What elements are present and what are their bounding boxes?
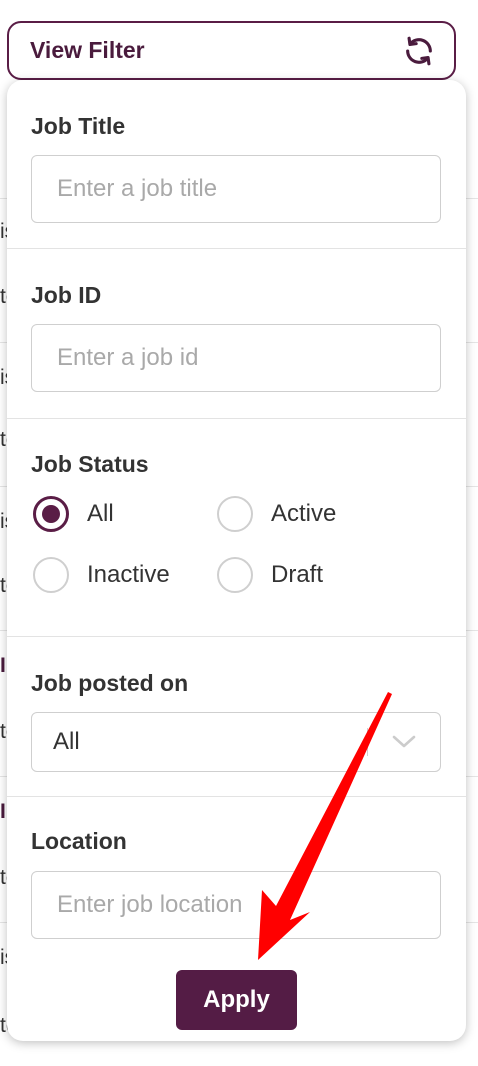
job-status-radio-all[interactable]: All [33,496,114,532]
job-id-input[interactable] [31,324,441,392]
section-divider [7,636,466,637]
job-id-label: Job ID [31,282,102,308]
filter-panel: Job Title Job ID Job Status All Active I… [7,80,466,1041]
radio-checked-icon[interactable] [33,496,69,532]
radio-label: Inactive [87,561,170,588]
job-posted-on-select[interactable]: All [31,712,441,772]
radio-unchecked-icon[interactable] [217,496,253,532]
job-status-radio-inactive[interactable]: Inactive [33,557,170,593]
refresh-icon[interactable] [402,34,436,68]
job-posted-on-label: Job posted on [31,670,189,696]
select-value: All [53,728,80,755]
radio-label: All [87,500,114,527]
radio-unchecked-icon[interactable] [217,557,253,593]
section-divider [7,418,466,419]
view-filter-label: View Filter [30,37,145,63]
radio-label: Draft [271,561,324,588]
job-status-label: Job Status [31,451,149,477]
chevron-down-icon[interactable] [368,712,440,772]
apply-button[interactable]: Apply [176,970,297,1030]
job-title-input[interactable] [31,155,441,223]
job-status-radio-draft[interactable]: Draft [217,557,323,593]
radio-unchecked-icon[interactable] [33,557,69,593]
page: is to is to is to I to I to is te View F… [0,0,478,1066]
location-input[interactable] [31,871,441,939]
location-label: Location [31,828,127,854]
job-title-label: Job Title [31,113,126,139]
job-status-radio-active[interactable]: Active [217,496,336,532]
view-filter-button[interactable]: View Filter [7,21,456,80]
radio-label: Active [271,500,337,527]
section-divider [7,248,466,249]
section-divider [7,796,466,797]
